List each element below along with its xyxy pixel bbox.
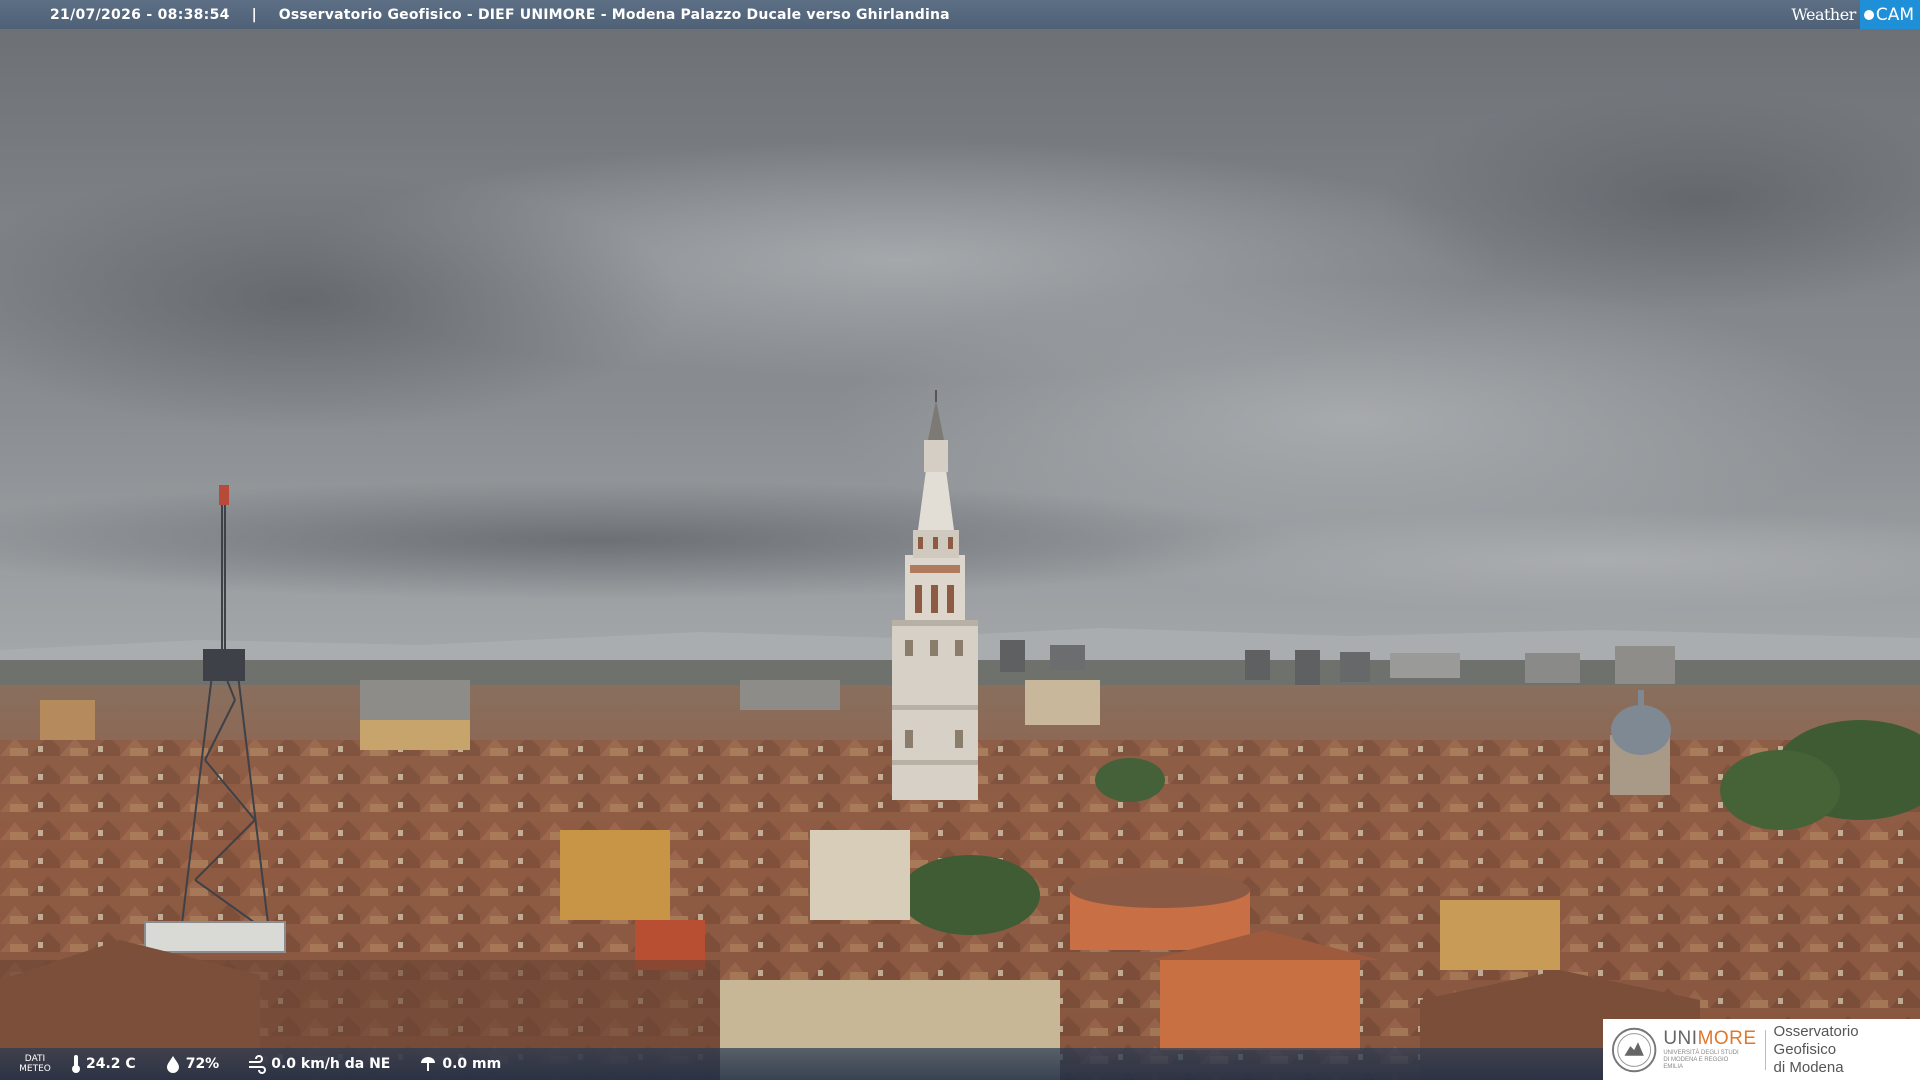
dati-meteo-label: DATI METEO — [0, 1054, 70, 1074]
unimore-logo: UNIMORE UNIVERSITÀ DEGLI STUDI DI MODENA… — [1663, 1028, 1756, 1071]
dati-meteo-line1: DATI — [24, 1054, 46, 1064]
camera-title: Osservatorio Geofisico - DIEF UNIMORE - … — [278, 6, 950, 23]
rain-gauge-icon — [421, 1057, 436, 1071]
weathercam-logo-cam: CAM — [1859, 0, 1920, 29]
weathercam-logo: Weather CAM — [1791, 0, 1920, 29]
rain-reading: 0.0 mm — [418, 1055, 501, 1073]
weather-data-bar: DATI METEO 24.2 C 72% 0.0 km/h da NE 0.0… — [0, 1048, 1603, 1080]
unimore-subtitle: UNIVERSITÀ DEGLI STUDI DI MODENA E REGGI… — [1663, 1050, 1739, 1070]
unimore-name-prefix: UNI — [1663, 1028, 1698, 1049]
weathercam-logo-weather: Weather — [1791, 5, 1856, 24]
webcam-image — [0, 29, 1920, 1080]
rain-value: 0.0 mm — [442, 1056, 502, 1072]
temperature-value: 24.2 C — [86, 1056, 136, 1072]
dati-meteo-line2: METEO — [19, 1064, 51, 1074]
humidity-reading: 72% — [164, 1055, 220, 1073]
temperature-reading: 24.2 C — [70, 1054, 136, 1074]
thermometer-icon — [72, 1055, 80, 1073]
unimore-name: UNIMORE — [1663, 1028, 1756, 1050]
wind-reading: 0.0 km/h da NE — [247, 1054, 390, 1074]
brand-divider — [1764, 1029, 1766, 1070]
unimore-name-suffix: MORE — [1697, 1028, 1757, 1049]
observatory-line2: di Modena — [1773, 1058, 1844, 1076]
humidity-drop-icon — [166, 1056, 179, 1073]
unimore-branding: UNIMORE UNIVERSITÀ DEGLI STUDI DI MODENA… — [1603, 1019, 1920, 1080]
unimore-seal-icon — [1611, 1027, 1657, 1072]
header-bar: 21/07/2026 - 08:38:54 | Osservatorio Geo… — [0, 0, 1920, 29]
observatory-name: Osservatorio Geofisico di Modena — [1774, 1023, 1920, 1077]
wind-value: 0.0 km/h da NE — [271, 1056, 391, 1072]
wind-icon — [249, 1055, 267, 1074]
humidity-value: 72% — [185, 1056, 220, 1072]
header-separator: | — [251, 6, 257, 23]
capture-datetime: 21/07/2026 - 08:38:54 — [50, 6, 230, 23]
lens-icon — [1863, 9, 1874, 20]
weathercam-logo-cam-text: CAM — [1875, 4, 1914, 25]
observatory-line1: Osservatorio Geofisico — [1773, 1022, 1859, 1058]
